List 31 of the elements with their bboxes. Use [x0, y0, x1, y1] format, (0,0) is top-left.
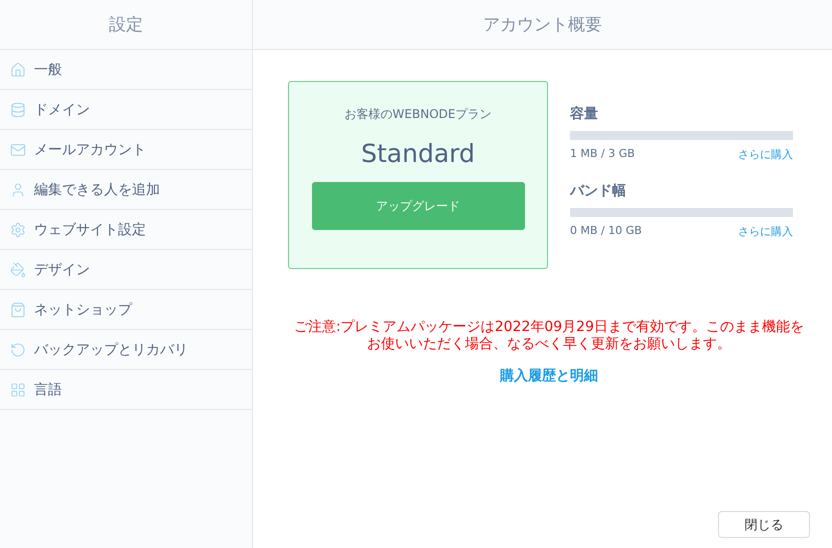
buy-more-link[interactable]: さらに購入 [738, 147, 793, 162]
buy-more-link[interactable]: さらに購入 [738, 224, 793, 239]
settings-icon [10, 222, 26, 238]
meter-label: バンド幅 [570, 182, 627, 200]
sidebar-item[interactable]: ネットショップ [0, 290, 252, 330]
grid-icon [10, 382, 26, 398]
mail-icon [10, 142, 26, 158]
sidebar-title: 設定 [109, 14, 143, 36]
sidebar-item[interactable]: 編集できる人を追加 [0, 170, 252, 210]
home-icon [10, 62, 26, 78]
plan-name: Standard [361, 139, 475, 168]
plan-caption: お客様のWEBNODEプラン [344, 106, 492, 123]
sidebar-item[interactable]: バックアップとリカバリ [0, 330, 252, 370]
sidebar-item[interactable]: メールアカウント [0, 130, 252, 170]
usage-reading: 0 MB / 10 GB [570, 224, 642, 239]
sidebar-item[interactable]: 一般 [0, 50, 252, 90]
sidebar-item[interactable]: ウェブサイト設定 [0, 210, 252, 250]
sidebar-item[interactable]: デザイン [0, 250, 252, 290]
database-icon [10, 102, 26, 118]
page-title: アカウント概要 [483, 14, 602, 36]
sidebar-item[interactable]: ドメイン [0, 90, 252, 130]
paint-bucket-icon [10, 262, 26, 278]
expiry-notice: ご注意:プレミアムパッケージは2022年09月29日まで有効です。このまま機能をお使いいただく場合、なるべく早く更新をお願いします。 [293, 319, 805, 353]
sidebar-item[interactable]: 言語 [0, 370, 252, 410]
purchase-history-link[interactable]: 購入履歴と明細 [500, 367, 598, 385]
bag-icon [10, 302, 26, 318]
usage-reading: 1 MB / 3 GB [570, 147, 635, 162]
close-button[interactable]: 閉じる [718, 511, 810, 538]
meter-label: 容量 [570, 105, 599, 123]
refresh-icon [10, 342, 26, 358]
user-icon [10, 182, 26, 198]
